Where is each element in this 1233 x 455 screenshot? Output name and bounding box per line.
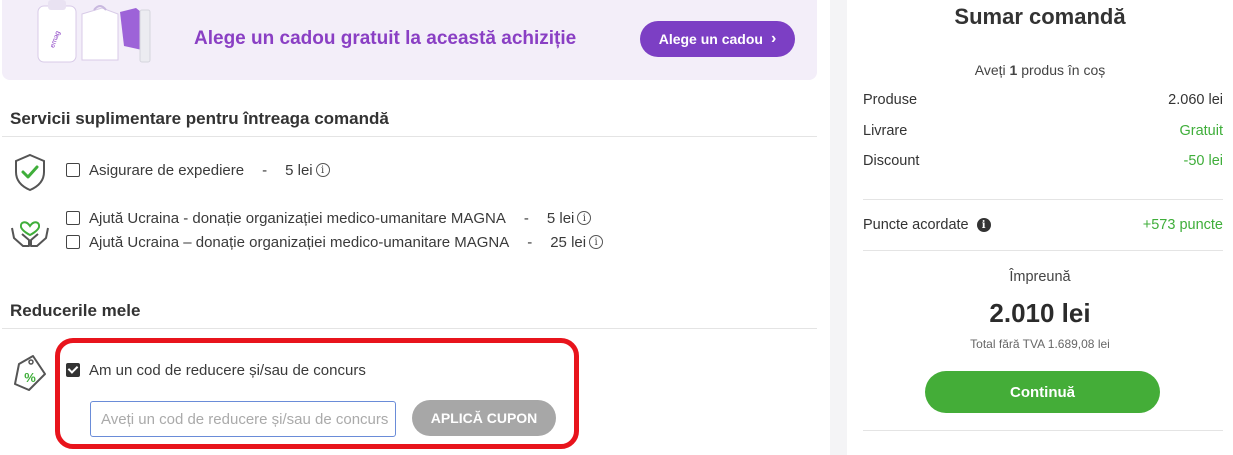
summary-row-delivery: Livrare Gratuit [863, 123, 1223, 139]
row-label: Livrare [863, 123, 908, 139]
points-label: Puncte acordate [863, 217, 969, 233]
info-icon[interactable]: i [976, 218, 991, 232]
option-price: 5 lei [546, 209, 575, 227]
option-price: 5 lei [285, 161, 313, 179]
cart-count-suffix: produs în coș [1017, 62, 1106, 78]
row-label: Discount [863, 153, 920, 169]
option-price: 25 lei [550, 233, 587, 251]
option-label: Asigurare de expediere [89, 161, 245, 179]
coupon-code-input[interactable] [90, 401, 396, 437]
option-separator: - [527, 233, 533, 251]
option-separator: - [523, 209, 529, 227]
summary-divider [863, 199, 1223, 200]
info-icon[interactable]: i [577, 211, 592, 225]
row-value: -50 lei [1183, 153, 1224, 169]
shield-check-icon [15, 153, 45, 192]
gift-banner: emag Alege un cadou gratuit la această a… [2, 0, 817, 80]
info-icon[interactable]: i [589, 235, 604, 249]
row-value: 2.060 lei [1168, 92, 1223, 108]
order-total: 2.010 lei [989, 298, 1091, 328]
continue-button[interactable]: Continuă [925, 371, 1160, 413]
services-title: Servicii suplimentare pentru întreaga co… [10, 109, 389, 128]
gift-products-image: emag [37, 0, 151, 63]
choose-gift-button[interactable]: Alege un cadou › [640, 21, 795, 57]
donation-5-checkbox[interactable] [66, 211, 80, 225]
summary-row-points: Puncte acordate i +573 puncte [863, 217, 1223, 233]
option-separator: - [262, 161, 268, 179]
option-label: Ajută Ucraina – donație organizației med… [89, 233, 510, 251]
summary-row-discount: Discount -50 lei [863, 153, 1223, 169]
points-value: +573 puncte [1142, 217, 1223, 233]
donation-25-checkbox[interactable] [66, 235, 80, 249]
summary-divider [863, 430, 1223, 431]
svg-text:%: % [24, 370, 36, 385]
summary-row-products: Produse 2.060 lei [863, 92, 1223, 108]
row-label: Produse [863, 92, 918, 108]
discount-code-checkbox[interactable] [66, 363, 80, 377]
total-without-vat: Total fără TVA 1.689,08 lei [970, 337, 1110, 351]
cart-main-column: emag Alege un cadou gratuit la această a… [0, 0, 830, 455]
cart-count-text: Aveți 1 produs în coș [847, 62, 1233, 78]
option-donation-25: Ajută Ucraina – donație organizației med… [66, 233, 604, 251]
option-shipping-insurance: Asigurare de expediere - 5 lei i [66, 161, 330, 179]
apply-coupon-button[interactable]: APLICĂ CUPON [412, 400, 556, 436]
chevron-right-icon: › [770, 30, 777, 47]
discount-tag-icon: % [14, 355, 46, 391]
services-divider [2, 136, 817, 137]
heart-hands-icon [11, 221, 49, 247]
together-label: Împreună [1009, 269, 1071, 285]
discounts-divider [2, 328, 817, 329]
discount-code-option: Am un cod de reducere și/sau de concurs [66, 361, 366, 379]
option-donation-5: Ajută Ucraina - donație organizației med… [66, 209, 592, 227]
discount-code-label: Am un cod de reducere și/sau de concurs [89, 361, 366, 379]
option-label: Ajută Ucraina - donație organizației med… [89, 209, 506, 227]
summary-divider [863, 250, 1223, 251]
row-value: Gratuit [1179, 123, 1223, 139]
summary-title: Sumar comandă [954, 4, 1126, 29]
cart-count-prefix: Aveți [974, 62, 1010, 78]
shipping-insurance-checkbox[interactable] [66, 163, 80, 177]
choose-gift-label: Alege un cadou [658, 31, 763, 47]
gift-banner-text: Alege un cadou gratuit la această achizi… [194, 28, 577, 49]
discounts-title: Reducerile mele [10, 301, 141, 320]
info-icon[interactable]: i [315, 163, 330, 177]
order-summary: Sumar comandă Aveți 1 produs în coș Prod… [847, 0, 1233, 455]
